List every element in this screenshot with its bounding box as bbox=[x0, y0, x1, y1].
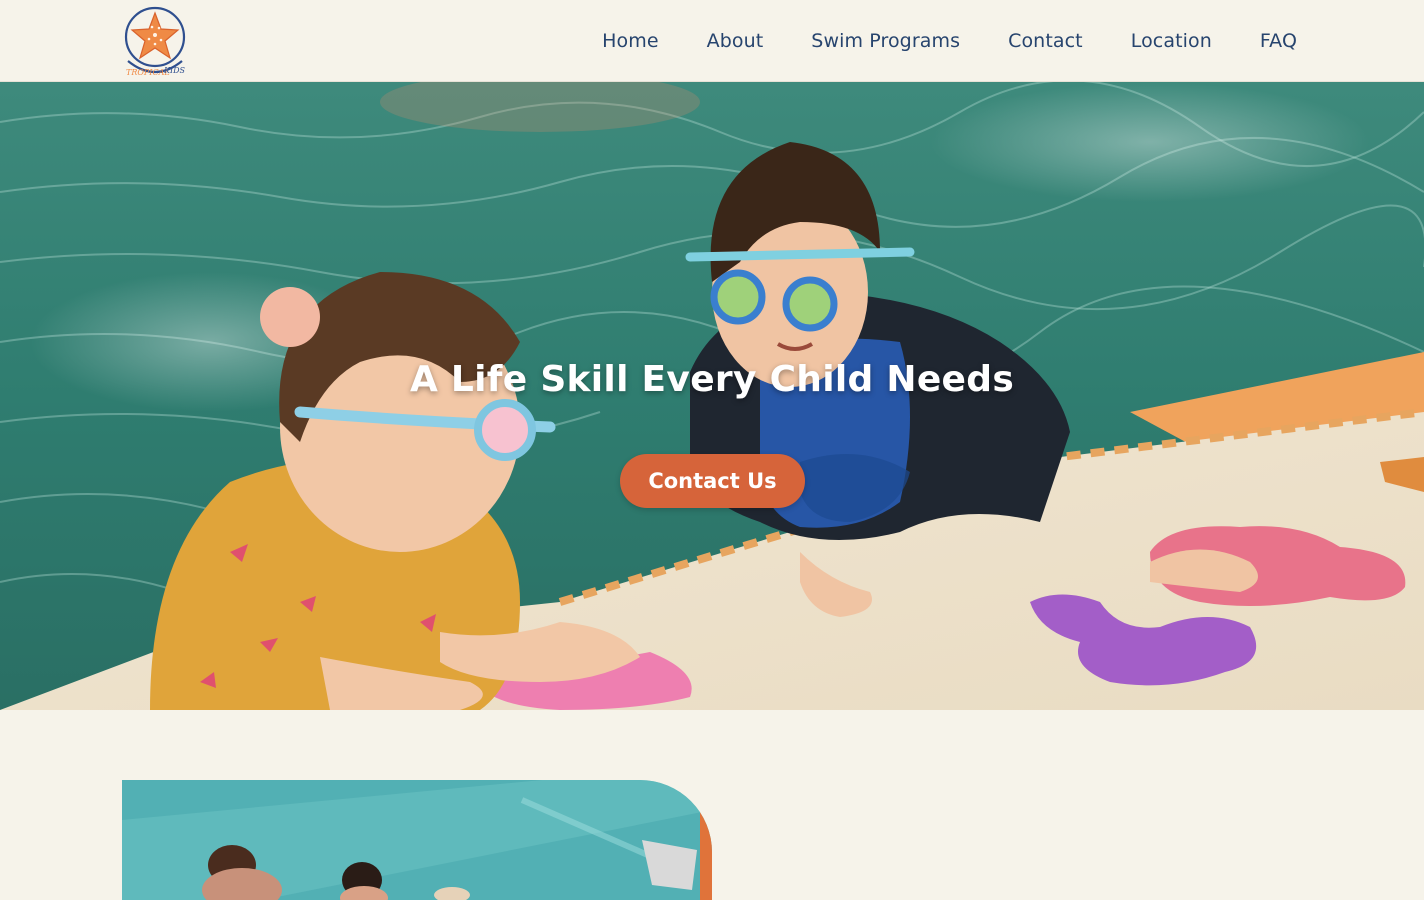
main-nav: Home About Swim Programs Contact Locatio… bbox=[602, 0, 1297, 82]
contact-us-button[interactable]: Contact Us bbox=[620, 454, 805, 508]
svg-text:KIDS: KIDS bbox=[163, 66, 186, 75]
site-header: TROPICAL KIDS Home About Swim Programs C… bbox=[0, 0, 1424, 82]
about-image-card bbox=[122, 780, 712, 900]
hero-title: A Life Skill Every Child Needs bbox=[409, 359, 1015, 400]
nav-about[interactable]: About bbox=[707, 30, 764, 52]
nav-faq[interactable]: FAQ bbox=[1260, 30, 1297, 52]
nav-contact[interactable]: Contact bbox=[1008, 30, 1083, 52]
nav-location[interactable]: Location bbox=[1131, 30, 1212, 52]
hero-section: A Life Skill Every Child Needs Contact U… bbox=[0, 82, 1424, 710]
nav-home[interactable]: Home bbox=[602, 30, 659, 52]
photo-instructor-with-child-in-pool bbox=[122, 780, 712, 900]
tropical-kids-logo[interactable]: TROPICAL KIDS bbox=[122, 3, 188, 79]
starfish-logo-icon: TROPICAL KIDS bbox=[124, 6, 186, 77]
nav-swim-programs[interactable]: Swim Programs bbox=[811, 30, 960, 52]
